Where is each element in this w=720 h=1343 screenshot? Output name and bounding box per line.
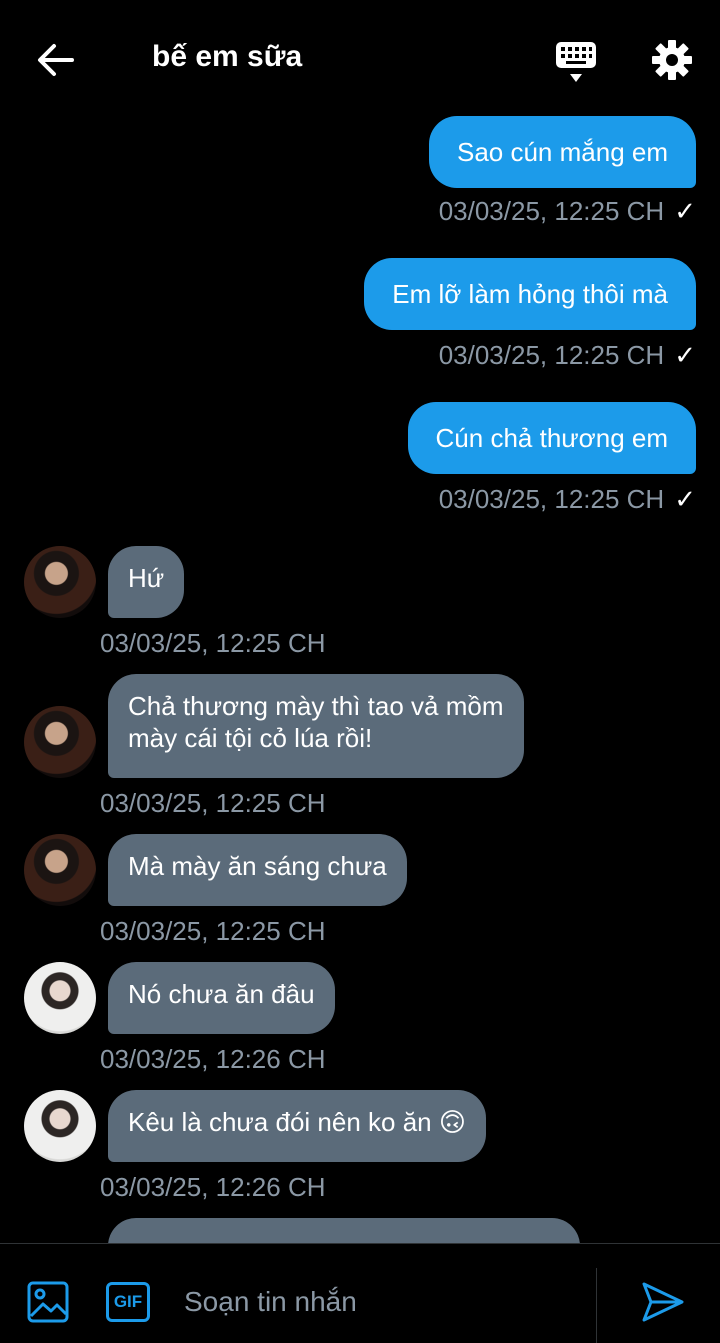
incoming-message-bubble[interactable]: Nó chưa ăn đâu <box>108 962 335 1034</box>
message-bubble: Em lỡ làm hỏng thôi mà <box>364 258 696 330</box>
avatar[interactable] <box>24 1090 96 1162</box>
arrow-left-icon <box>38 44 74 76</box>
incoming-message-bubble[interactable]: Chả thương mày thì tao vả mồm mày cái tộ… <box>108 674 524 778</box>
message-timestamp: 03/03/25, 12:26 CH <box>100 1044 326 1074</box>
message-timestamp: 03/03/25, 12:25 CH <box>438 340 665 370</box>
message-timestamp: 03/03/25, 12:25 CH <box>100 916 326 946</box>
outgoing-message[interactable]: Em lỡ làm hỏng thôi mà <box>364 258 696 330</box>
message-timestamp: 03/03/25, 12:25 CH <box>100 628 326 658</box>
attach-image-button[interactable] <box>26 1280 70 1324</box>
message-text: Mà mày ăn sáng chưa <box>128 851 387 881</box>
message-text-line: mày cái tội cỏ lúa rồi! <box>128 723 373 753</box>
message-text: Nó chưa ăn đâu <box>128 979 315 1009</box>
send-button[interactable] <box>640 1280 686 1329</box>
incoming-message-bubble[interactable]: Mà mày ăn sáng chưa <box>108 834 407 906</box>
incoming-message-bubble[interactable]: Hứ <box>108 546 185 618</box>
avatar[interactable] <box>24 834 96 906</box>
outgoing-message[interactable]: Sao cún mắng em <box>428 116 696 188</box>
outgoing-message[interactable]: Cún chả thương em <box>407 402 696 474</box>
message-text: Kêu là chưa đói nên ko ăn 🙃 <box>128 1107 466 1137</box>
keyboard-icon <box>556 42 596 82</box>
settings-button[interactable] <box>648 36 696 84</box>
message-meta: 03/03/25, 12:25 CH ✓ <box>439 484 696 515</box>
conversation-title: bế em sữa <box>152 40 303 73</box>
message-composer: GIF <box>0 1243 720 1343</box>
incoming-message-bubble[interactable]: Kêu là chưa đói nên ko ăn 🙃 <box>108 1090 486 1162</box>
sent-check-icon: ✓ <box>674 484 696 514</box>
sent-check-icon: ✓ <box>674 340 696 370</box>
message-timestamp: 03/03/25, 12:25 CH <box>438 196 665 226</box>
message-meta: 03/03/25, 12:25 CH ✓ <box>439 196 696 227</box>
back-button[interactable] <box>28 36 84 84</box>
image-icon <box>27 1281 69 1323</box>
message-timestamp: 03/03/25, 12:25 CH <box>438 484 665 514</box>
message-list[interactable]: Sao cún mắng em 03/03/25, 12:25 CH ✓ Em l… <box>0 100 720 1243</box>
avatar[interactable] <box>24 706 96 778</box>
message-bubble: Cún chả thương em <box>407 402 696 474</box>
incoming-message-bubble[interactable] <box>108 1218 580 1243</box>
message-input[interactable] <box>184 1282 584 1322</box>
message-timestamp: 03/03/25, 12:26 CH <box>100 1172 326 1202</box>
gif-button[interactable]: GIF <box>106 1282 150 1322</box>
message-text-line: Chả thương mày thì tao vả mồm <box>128 691 504 721</box>
sent-check-icon: ✓ <box>674 196 696 226</box>
message-bubble: Sao cún mắng em <box>428 116 696 188</box>
message-text: Hứ <box>128 563 165 593</box>
message-meta: 03/03/25, 12:25 CH ✓ <box>439 340 696 371</box>
message-timestamp: 03/03/25, 12:25 CH <box>100 788 326 818</box>
send-icon <box>642 1282 684 1322</box>
gear-icon <box>652 40 692 80</box>
chat-header: bế em sữa <box>0 0 720 116</box>
avatar[interactable] <box>24 962 96 1034</box>
avatar[interactable] <box>24 546 96 618</box>
keyboard-button[interactable] <box>552 38 600 86</box>
divider <box>596 1268 597 1343</box>
